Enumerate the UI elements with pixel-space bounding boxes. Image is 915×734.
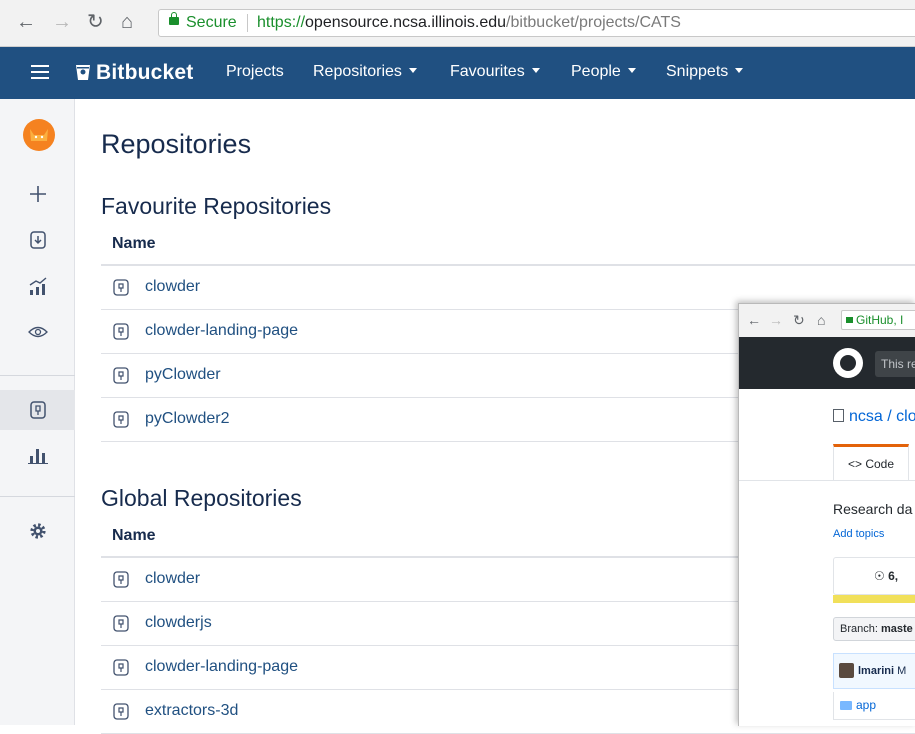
github-browser-toolbar: ← → ↻ ⌂ GitHub, I [739,304,915,338]
nav-projects[interactable]: Projects [226,63,284,81]
repository-icon [113,279,129,296]
latest-commit[interactable]: lmarini M [833,653,915,689]
avatar [839,663,854,678]
bar-chart-icon[interactable] [0,435,75,475]
caret-down-icon [735,68,744,73]
gear-icon[interactable] [0,511,75,551]
repo-link[interactable]: clowder [145,570,200,588]
repo-link[interactable]: extractors-3d [145,702,238,720]
repo-link[interactable]: clowder [145,278,200,296]
github-header: This re [739,337,915,389]
forward-arrow-icon[interactable]: → [52,12,72,32]
github-browser-window[interactable]: ← → ↻ ⌂ GitHub, I This re ncsa / clo <> … [738,303,915,726]
github-search-input[interactable]: This re [875,351,915,377]
page-title: Repositories [101,129,252,159]
reload-icon[interactable]: ↻ [87,12,104,32]
repository-icon [113,323,129,340]
repo-description: Research da [833,501,913,517]
repo-stats-bar[interactable]: ☉ 6, [833,557,915,595]
bucket-icon [76,65,90,80]
eye-icon[interactable] [0,312,75,352]
cat-avatar-icon [30,129,48,141]
repo-link[interactable]: pyClowder2 [145,410,229,428]
github-repo-breadcrumb[interactable]: ncsa / clo [833,408,915,426]
secure-label: Secure [186,14,237,31]
github-logo-icon[interactable] [833,348,863,378]
caret-down-icon [408,68,417,73]
repo-link[interactable]: pyClowder [145,366,221,384]
chart-up-icon[interactable] [0,266,75,306]
hamburger-menu-icon[interactable] [31,65,49,79]
tab-code[interactable]: <> Code [833,444,909,481]
reload-icon[interactable]: ↻ [793,312,805,329]
repository-icon [113,659,129,676]
repo-link[interactable]: clowder-landing-page [145,322,298,340]
repository-icon [113,367,129,384]
folder-icon [840,701,852,710]
github-address-bar[interactable]: GitHub, I [841,310,915,330]
repository-icon [113,411,129,428]
create-plus-icon[interactable] [0,174,75,214]
repo-link[interactable]: clowder-landing-page [145,658,298,676]
caret-down-icon [627,68,636,73]
home-icon[interactable]: ⌂ [121,12,133,32]
repository-icon[interactable] [0,390,75,430]
back-arrow-icon[interactable]: ← [747,312,761,328]
home-icon[interactable]: ⌂ [817,312,825,328]
address-bar[interactable]: Secure https://opensource.ncsa.illinois.… [158,9,915,37]
nav-repositories[interactable]: Repositories [313,63,417,81]
branch-selector[interactable]: Branch: maste [833,617,915,641]
repository-icon [113,615,129,632]
nav-favourites[interactable]: Favourites [450,63,540,81]
back-arrow-icon[interactable]: ← [16,12,36,32]
pull-request-icon[interactable] [0,220,75,260]
repository-icon [113,703,129,720]
nav-people[interactable]: People [571,63,636,81]
add-topics-link[interactable]: Add topics [833,528,884,540]
language-bar [833,595,915,603]
repository-icon [113,571,129,588]
global-repos-title: Global Repositories [101,485,302,511]
favourite-repos-title: Favourite Repositories [101,193,332,219]
repo-link[interactable]: clowderjs [145,614,212,632]
user-avatar[interactable] [23,119,55,151]
nav-snippets[interactable]: Snippets [666,63,744,81]
url-text: https://opensource.ncsa.illinois.edu/bit… [257,14,681,31]
sidebar [0,99,75,725]
lock-icon [169,12,179,25]
caret-down-icon [531,68,540,73]
repo-book-icon [833,409,844,422]
app-header: Bitbucket Projects Repositories Favourit… [0,47,915,99]
file-row[interactable]: app [833,692,915,720]
column-header-name[interactable]: Name [101,222,915,266]
browser-toolbar: ← → ↻ ⌂ Secure https://opensource.ncsa.i… [0,0,915,47]
forward-arrow-icon[interactable]: → [769,312,783,328]
